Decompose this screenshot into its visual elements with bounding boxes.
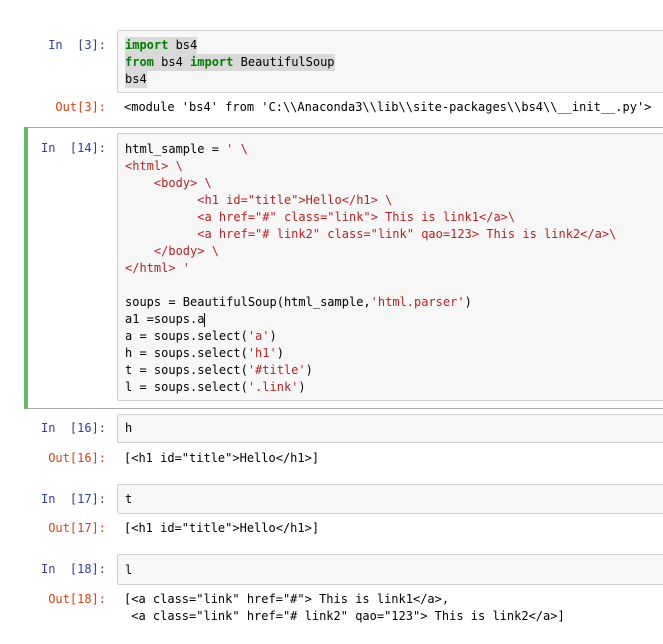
notebook-cell-14[interactable]: In [14]: html_sample = ' \ <html> \ <body…	[0, 127, 663, 410]
code-token: html_sample =	[125, 142, 227, 156]
code-token: import	[190, 55, 234, 69]
code-token: </html> '	[125, 261, 191, 275]
output-line: <a class="link" href="# link2" qao="123"…	[124, 609, 565, 623]
code-input-area[interactable]: import bs4 from bs4 import BeautifulSoup b…	[117, 30, 663, 93]
code-token: t	[125, 492, 133, 506]
code-token: h = soups.select(	[125, 346, 248, 360]
input-prompt: In [14]:	[40, 141, 106, 155]
code-token: )	[276, 346, 284, 360]
cell-output: <module 'bs4' from 'C:\\Anaconda3\\lib\\…	[124, 99, 651, 116]
code-token: <html> \	[125, 159, 183, 173]
code-line: </body> \	[125, 243, 616, 260]
code-line: l = soups.select('.link')	[125, 379, 616, 396]
notebook-cell-3[interactable]: In [3]: import bs4 from bs4 import Beauti…	[0, 0, 663, 125]
code-line: <body> \	[125, 175, 616, 192]
code-token: 'h1'	[247, 346, 277, 360]
code-line: h	[125, 420, 132, 437]
code-token: soups = BeautifulSoup(html_sample,	[125, 295, 371, 309]
code-token: a = soups.select(	[125, 329, 248, 343]
code-token: <a href="# link2" class="link" qao=123> …	[125, 227, 617, 241]
code-input-area[interactable]: html_sample = ' \ <html> \ <body> \ <h1 i…	[117, 133, 663, 401]
code-editor[interactable]: l	[125, 562, 132, 579]
input-prompt: In [3]:	[48, 38, 106, 52]
code-editor[interactable]: import bs4 from bs4 import BeautifulSoup b…	[125, 37, 335, 88]
code-token: a1 =soups.a	[125, 312, 205, 326]
code-input-area[interactable]: h	[117, 414, 663, 443]
code-token: l	[125, 563, 133, 577]
code-line: bs4	[125, 71, 147, 88]
notebook-cell-16[interactable]: In [16]: h Out[16]: [<h1 id="title">Hell…	[0, 412, 663, 478]
code-token: bs4	[168, 38, 198, 52]
selected-cell-indicator	[24, 127, 28, 409]
code-editor[interactable]: html_sample = ' \ <html> \ <body> \ <h1 i…	[125, 141, 616, 396]
input-prompt: In [18]:	[40, 562, 106, 576]
code-token: ' \	[226, 142, 248, 156]
code-token: )	[305, 363, 313, 377]
code-line: <a href="#" class="link"> This is link1<…	[125, 209, 616, 226]
notebook-cell-18[interactable]: In [18]: l Out[18]: [<a class="link" hre…	[0, 552, 663, 644]
code-line: import bs4	[125, 37, 198, 54]
output-line: <module 'bs4' from 'C:\\Anaconda3\\lib\\…	[124, 100, 652, 114]
code-token: 'a'	[247, 329, 270, 343]
code-line: from bs4 import BeautifulSoup	[125, 54, 335, 71]
output-line: [<a class="link" href="#"> This is link1…	[124, 592, 450, 606]
code-token: )	[298, 380, 306, 394]
code-line: </html> '	[125, 260, 616, 277]
input-prompt: In [16]:	[40, 421, 106, 435]
code-line: soups = BeautifulSoup(html_sample,'html.…	[125, 294, 616, 311]
code-token: from	[125, 55, 154, 69]
code-line: l	[125, 562, 132, 579]
code-token: t = soups.select(	[125, 363, 248, 377]
code-line: a = soups.select('a')	[125, 328, 616, 345]
code-token: )	[269, 329, 277, 343]
cell-output: [<h1 id="title">Hello</h1>]	[124, 520, 319, 537]
code-input-area[interactable]: l	[117, 554, 663, 585]
output-line: [<h1 id="title">Hello</h1>]	[124, 451, 320, 465]
code-token: l = soups.select(	[125, 380, 248, 394]
code-editor[interactable]: t	[125, 491, 132, 508]
notebook-cell-17[interactable]: In [17]: t Out[17]: [<h1 id="title">Hell…	[0, 482, 663, 548]
code-line: t	[125, 491, 132, 508]
code-token: '.link'	[247, 380, 299, 394]
code-line: h = soups.select('h1')	[125, 345, 616, 362]
code-token: BeautifulSoup	[233, 55, 335, 69]
output-line: [<h1 id="title">Hello</h1>]	[124, 521, 320, 535]
code-token: import	[125, 38, 169, 52]
code-line: <h1 id="title">Hello</h1> \	[125, 192, 616, 209]
code-token: bs4	[125, 72, 147, 86]
code-line: html_sample = ' \	[125, 141, 616, 158]
code-token: bs4	[153, 55, 191, 69]
output-prompt: Out[17]:	[48, 521, 106, 535]
cell-output: [<a class="link" href="#"> This is link1…	[124, 591, 565, 625]
code-editor[interactable]: h	[125, 420, 132, 437]
code-token: <body> \	[125, 176, 212, 190]
code-line: <html> \	[125, 158, 616, 175]
code-line: t = soups.select('#title')	[125, 362, 616, 379]
output-prompt: Out[18]:	[48, 592, 106, 606]
code-token: '#title'	[247, 363, 306, 377]
output-prompt: Out[16]:	[48, 451, 106, 465]
cell-output: [<h1 id="title">Hello</h1>]	[124, 450, 319, 467]
input-prompt: In [17]:	[40, 492, 106, 506]
output-prompt: Out[3]:	[55, 100, 106, 114]
code-input-area[interactable]: t	[117, 484, 663, 514]
text-cursor	[204, 312, 206, 327]
code-token: <h1 id="title">Hello</h1> \	[125, 193, 393, 207]
code-token: )	[464, 295, 472, 309]
code-token: 'html.parser'	[370, 295, 465, 309]
code-token: </body> \	[125, 244, 219, 258]
code-line: <a href="# link2" class="link" qao=123> …	[125, 226, 616, 243]
code-token: <a href="#" class="link"> This is link1<…	[125, 210, 516, 224]
code-token: h	[125, 421, 133, 435]
code-line: a1 =soups.a	[125, 311, 616, 328]
